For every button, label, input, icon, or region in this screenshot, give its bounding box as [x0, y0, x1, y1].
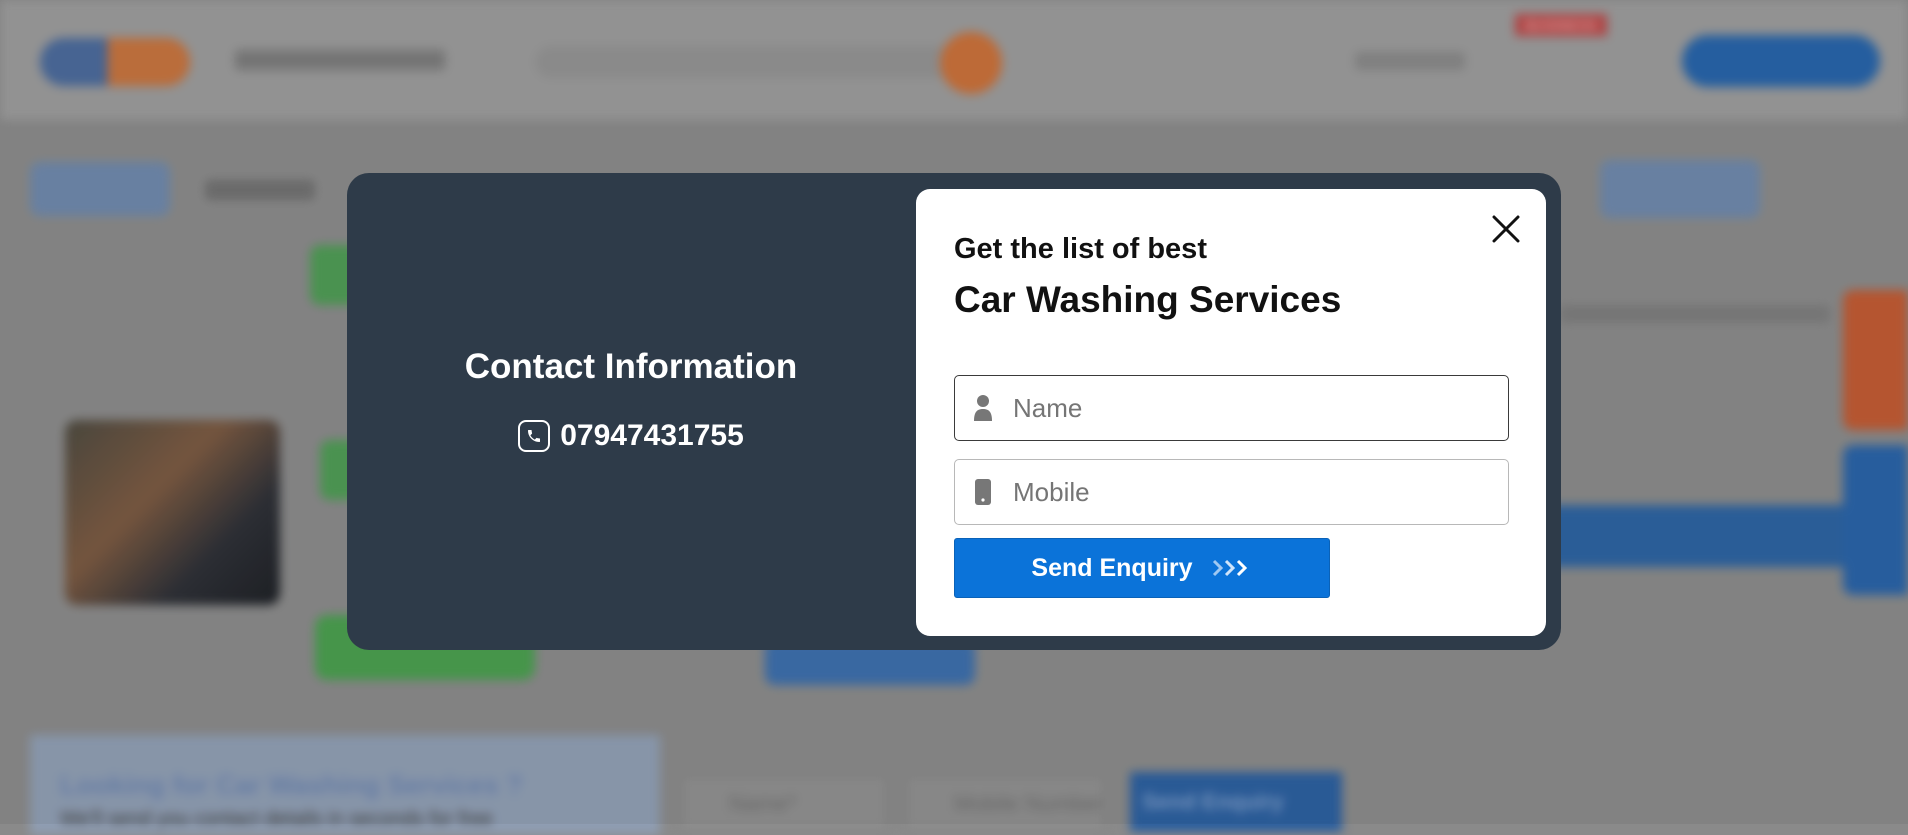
enquiry-form-card: Get the list of best Car Washing Service…	[916, 189, 1546, 636]
contact-title: Contact Information	[464, 346, 798, 386]
close-icon	[1492, 215, 1520, 243]
phone-number[interactable]: 07947431755	[560, 419, 744, 453]
mobile-icon	[955, 479, 1011, 505]
name-field[interactable]	[954, 375, 1509, 441]
name-input[interactable]	[1011, 375, 1508, 441]
mobile-field[interactable]	[954, 459, 1509, 525]
close-button[interactable]	[1488, 211, 1524, 247]
triple-chevron-right-icon	[1211, 557, 1253, 579]
enquiry-modal: Contact Information 07947431755 Get the …	[347, 173, 1561, 650]
phone-row[interactable]: 07947431755	[518, 419, 744, 453]
user-icon	[955, 395, 1011, 421]
send-enquiry-label: Send Enquiry	[1031, 553, 1193, 582]
contact-panel: Contact Information 07947431755	[347, 173, 915, 650]
form-heading-line2: Car Washing Services	[954, 279, 1342, 320]
mobile-input[interactable]	[1011, 459, 1508, 525]
phone-icon	[518, 419, 551, 452]
send-enquiry-button[interactable]: Send Enquiry	[954, 538, 1330, 598]
form-heading-line1: Get the list of best	[954, 233, 1207, 265]
